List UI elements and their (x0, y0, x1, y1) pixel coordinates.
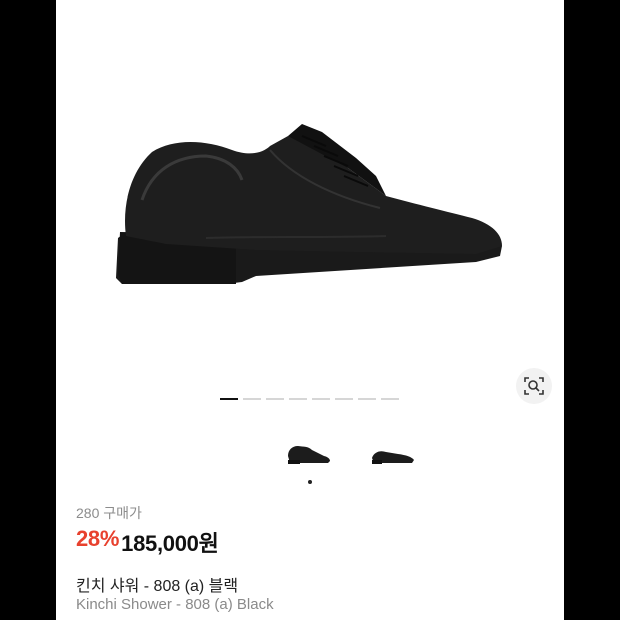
sale-price: 185,000원 (121, 531, 219, 556)
product-name-korean: 킨치 샤워 - 808 (a) 블랙 (76, 578, 239, 595)
thumbnail-1[interactable] (284, 440, 332, 468)
thumbnail-strip (284, 440, 416, 468)
product-name-english: Kinchi Shower - 808 (a) Black (76, 596, 274, 613)
shoe-thumbnail (288, 446, 330, 464)
shoe-thumbnail (372, 451, 414, 464)
carousel-indicators (220, 398, 399, 400)
carousel-indicator-7[interactable] (358, 398, 376, 400)
image-search-icon (524, 377, 544, 395)
carousel-indicator-4[interactable] (289, 398, 307, 400)
thumbnail-dot (308, 480, 312, 484)
carousel-indicator-2[interactable] (243, 398, 261, 400)
buyer-count: 280 구매가 (76, 505, 142, 521)
carousel-indicator-6[interactable] (335, 398, 353, 400)
carousel-indicator-3[interactable] (266, 398, 284, 400)
product-image-carousel[interactable] (56, 0, 564, 410)
carousel-indicator-5[interactable] (312, 398, 330, 400)
product-page: 280 구매가 28% 185,000원 킨치 샤워 - 808 (a) 블랙 … (56, 0, 564, 620)
shoe-image (116, 124, 503, 284)
carousel-indicator-8[interactable] (381, 398, 399, 400)
carousel-indicator-1[interactable] (220, 398, 238, 400)
thumbnail-2[interactable] (368, 440, 416, 468)
image-search-button[interactable] (516, 368, 552, 404)
price-row: 28% 185,000원 (76, 526, 219, 558)
discount-rate: 28% (76, 526, 120, 551)
